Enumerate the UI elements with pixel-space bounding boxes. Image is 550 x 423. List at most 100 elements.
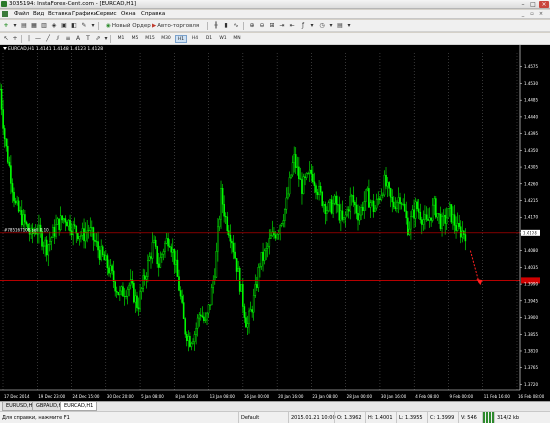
- autotrade-button[interactable]: ▶ Авто-торговля: [150, 22, 201, 30]
- text-tool-icon[interactable]: A: [74, 35, 82, 43]
- fibonacci-icon[interactable]: ≡: [64, 35, 72, 43]
- templates-icon[interactable]: ▤: [336, 22, 344, 30]
- candle-body: [391, 197, 394, 203]
- menu-window[interactable]: Окна: [121, 11, 136, 17]
- timeframe-w1[interactable]: W1: [217, 35, 229, 43]
- candle-body: [355, 204, 358, 214]
- timeframe-h1[interactable]: H1: [175, 35, 187, 43]
- standard-toolbar: + ▾ ▤ ▦ ▥ ◈ ▣ ◧ ✎ ▾ ◉ Новый Ордер ▶ Авто-т…: [0, 20, 550, 32]
- candle-body: [326, 210, 328, 214]
- line-chart-icon[interactable]: ∿: [232, 22, 240, 30]
- child-close-icon[interactable]: ×: [538, 11, 544, 17]
- dropdown-icon[interactable]: ▾: [327, 22, 335, 30]
- tile-windows-icon[interactable]: ⊞: [268, 22, 276, 30]
- periods-clock-icon[interactable]: ◷: [318, 22, 326, 30]
- timeframe-m5[interactable]: M5: [129, 35, 141, 43]
- price-axis-label: 1.4530: [524, 81, 538, 86]
- child-restore-icon[interactable]: ▫: [529, 11, 535, 17]
- chart-shift-icon[interactable]: ⇤: [288, 22, 296, 30]
- candle-body: [400, 203, 403, 205]
- equidistant-channel-icon[interactable]: ⫽: [54, 35, 62, 43]
- bar-chart-icon[interactable]: ╫: [212, 22, 220, 30]
- metaeditor-icon[interactable]: ✎: [80, 22, 88, 30]
- candle-body: [316, 192, 319, 196]
- menu-file[interactable]: Файл: [14, 11, 29, 17]
- dropdown-icon[interactable]: ▾: [102, 35, 110, 43]
- timeframe-m30[interactable]: M30: [159, 35, 173, 43]
- symbol-collapse-icon[interactable]: [3, 47, 7, 50]
- candle-body: [324, 203, 327, 214]
- cursor-icon[interactable]: ↖: [2, 35, 10, 43]
- candle-body: [67, 219, 70, 227]
- menu-tools[interactable]: Сервис: [96, 11, 117, 17]
- navigator-icon[interactable]: ◈: [50, 22, 58, 30]
- chart-menu-dropdown-icon[interactable]: ▾: [11, 22, 19, 30]
- candle-body: [17, 200, 20, 212]
- timeframe-m15[interactable]: M15: [143, 35, 157, 43]
- close-button[interactable]: ×: [539, 1, 549, 8]
- timeframe-mn[interactable]: MN: [231, 35, 243, 43]
- candle-body: [83, 228, 85, 242]
- menu-view[interactable]: Вид: [33, 11, 44, 17]
- candle-body: [41, 231, 43, 247]
- strategy-tester-icon[interactable]: ◧: [70, 22, 78, 30]
- dropdown-icon[interactable]: ▾: [308, 22, 316, 30]
- child-minimize-icon[interactable]: _: [520, 11, 526, 17]
- chart-tab-eurcad[interactable]: EURCAD,H1: [60, 402, 98, 411]
- candle-body: [61, 215, 64, 221]
- candle-body: [386, 182, 389, 187]
- trendline-icon[interactable]: ╱: [44, 35, 52, 43]
- candle-body: [270, 235, 272, 239]
- candle-body: [212, 279, 215, 288]
- price-axis-label: 1.4215: [524, 198, 538, 203]
- market-watch-icon[interactable]: ▦: [30, 22, 38, 30]
- chart-window-icon[interactable]: [2, 11, 8, 17]
- candle-body: [333, 195, 336, 204]
- candle-body: [407, 217, 409, 235]
- indicators-icon[interactable]: ƒ: [299, 22, 307, 30]
- dropdown-icon[interactable]: ▾: [89, 22, 97, 30]
- price-chart[interactable]: 1.4128 17 Dec 2014 19 Dec 23:00 24 Dec 15:…: [0, 45, 550, 401]
- new-chart-icon[interactable]: +: [2, 22, 10, 30]
- data-window-icon[interactable]: ▥: [40, 22, 48, 30]
- candlestick-icon[interactable]: ▮: [222, 22, 230, 30]
- candle-body: [254, 284, 257, 296]
- status-open: O: 1.3962: [334, 412, 365, 423]
- menu-charts[interactable]: Графики: [72, 11, 97, 17]
- terminal-icon[interactable]: ▣: [60, 22, 68, 30]
- chart-canvas[interactable]: 1.4128 17 Dec 2014 19 Dec 23:00 24 Dec 15:…: [0, 45, 550, 401]
- candle-body: [237, 268, 239, 272]
- candle-body: [298, 166, 300, 179]
- candle-body: [354, 202, 356, 206]
- candle-body: [25, 221, 28, 225]
- timeframe-d1[interactable]: D1: [203, 35, 215, 43]
- candle-body: [438, 213, 440, 215]
- timeframe-h4[interactable]: H4: [189, 35, 201, 43]
- candle-body: [263, 250, 266, 261]
- minimize-button[interactable]: –: [518, 1, 528, 8]
- profiles-icon[interactable]: ▤: [20, 22, 28, 30]
- candle-body: [22, 214, 25, 226]
- vertical-line-icon[interactable]: |: [25, 35, 33, 43]
- candle-body: [171, 248, 174, 253]
- candle-body: [441, 216, 443, 229]
- crosshair-icon[interactable]: +: [11, 35, 19, 43]
- menu-help[interactable]: Справка: [141, 11, 165, 17]
- candle-body: [210, 287, 213, 306]
- dropdown-icon[interactable]: ▾: [345, 22, 353, 30]
- candle-body: [0, 88, 1, 90]
- maximize-button[interactable]: □: [528, 1, 538, 8]
- arrows-icon[interactable]: ⇗: [94, 35, 102, 43]
- zoom-out-icon[interactable]: ⊖: [258, 22, 266, 30]
- new-order-button[interactable]: ◉ Новый Ордер: [104, 22, 153, 30]
- timeframe-m1[interactable]: M1: [115, 35, 127, 43]
- candle-body: [3, 128, 6, 140]
- text-label-icon[interactable]: T: [84, 35, 92, 43]
- autoscroll-icon[interactable]: ⇥: [278, 22, 286, 30]
- horizontal-line-icon[interactable]: —: [34, 35, 42, 43]
- zoom-in-icon[interactable]: ⊕: [248, 22, 256, 30]
- menu-insert[interactable]: Вставка: [48, 11, 71, 17]
- candle-body: [137, 307, 140, 310]
- candle-body: [257, 267, 260, 288]
- candle-body: [150, 256, 152, 259]
